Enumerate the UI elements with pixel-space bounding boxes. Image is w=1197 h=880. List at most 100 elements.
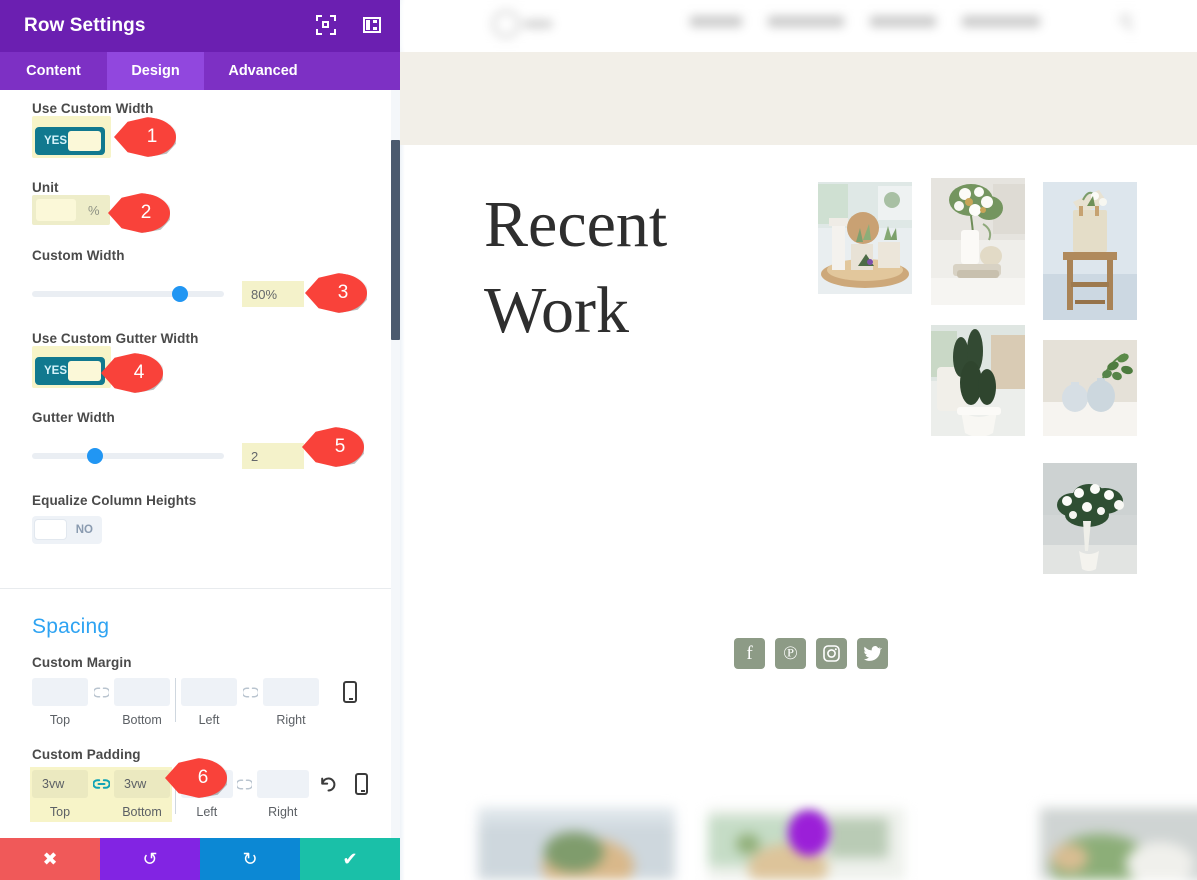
custom-width-value[interactable]: 80% (242, 281, 304, 307)
hero-band (400, 52, 1197, 145)
cell-caption: Right (276, 713, 306, 727)
tote-bag-stool-photo[interactable] (1043, 182, 1137, 320)
slider-thumb[interactable] (171, 286, 188, 302)
padding-bottom-cell: 3vw Bottom (114, 770, 170, 819)
custom-padding-bottom[interactable]: 3vw (114, 770, 170, 798)
blurred-photo-1[interactable] (478, 808, 675, 880)
mobile-icon[interactable] (343, 681, 357, 703)
site-header (400, 0, 1197, 52)
unit-select[interactable] (36, 199, 76, 221)
search-icon[interactable] (1120, 14, 1134, 32)
field-custom-width: Custom Width 80% (0, 226, 400, 307)
slider-thumb[interactable] (87, 448, 104, 464)
nav-item (690, 16, 742, 27)
cell-caption: Bottom (122, 713, 162, 727)
tab-content[interactable]: Content (0, 52, 107, 90)
gutter-width-value[interactable]: 2 (242, 443, 304, 469)
redo-button[interactable]: ↻ (200, 838, 300, 880)
toggle-knob (34, 519, 67, 540)
reset-icon[interactable] (317, 770, 341, 798)
cell-caption: Left (196, 805, 218, 819)
broken-link-icon[interactable] (237, 678, 263, 706)
cell-caption: Bottom (122, 805, 162, 819)
site-nav[interactable] (690, 16, 1040, 27)
broken-link-icon[interactable] (88, 678, 114, 706)
spacing-section-title: Spacing (32, 615, 110, 638)
custom-padding-top[interactable]: 3vw (32, 770, 88, 798)
site-logo[interactable] (492, 8, 552, 42)
nav-item (962, 16, 1040, 27)
use-custom-gutter-width-highlight: YES (32, 346, 111, 388)
two-small-vases-photo[interactable] (1043, 340, 1137, 436)
white-flowers-vase-photo[interactable] (931, 178, 1025, 305)
gutter-width-slider[interactable] (32, 448, 224, 464)
use-custom-gutter-width-toggle[interactable]: YES (35, 357, 105, 385)
purple-highlight-blob (788, 810, 830, 856)
custom-width-slider[interactable] (32, 286, 224, 302)
padding-right-cell: Right (256, 770, 309, 819)
tab-design[interactable]: Design (107, 52, 204, 90)
panel-action-bar[interactable]: ✖ ↺ ↻ ✔ (0, 838, 400, 880)
unit-label: Unit (32, 180, 59, 195)
panel-title: Row Settings (24, 15, 146, 36)
focus-icon[interactable] (316, 15, 336, 35)
toggle-knob (68, 361, 101, 381)
field-unit: Unit % (0, 158, 400, 226)
toggle-knob (68, 131, 101, 151)
tab-advanced[interactable]: Advanced (204, 52, 322, 90)
toggle-label: NO (75, 524, 93, 536)
layout-toggle-icon[interactable] (362, 15, 382, 35)
custom-padding-highlight: 3vw Top 3vw Bottom (30, 767, 172, 822)
panel-scrollbar[interactable] (391, 90, 400, 838)
cell-separator (175, 678, 176, 722)
cancel-button[interactable]: ✖ (0, 838, 100, 880)
blurred-photo-3[interactable] (1040, 808, 1197, 880)
scrollbar-thumb[interactable] (391, 140, 400, 340)
padding-left-cell: Left (180, 770, 233, 819)
custom-padding-left[interactable] (180, 770, 233, 798)
toggle-label: YES (44, 365, 68, 377)
instagram-icon[interactable] (816, 638, 847, 669)
twitter-icon[interactable] (857, 638, 888, 669)
field-use-custom-gutter-width: Use Custom Gutter Width YES (0, 307, 400, 388)
use-custom-width-highlight: YES (32, 116, 111, 158)
page-title: Recent Work (484, 188, 668, 347)
custom-margin-right[interactable] (263, 678, 319, 706)
nav-item (870, 16, 936, 27)
undo-button[interactable]: ↺ (100, 838, 200, 880)
margin-top-cell: Top (32, 678, 88, 727)
website-preview[interactable]: Recent Work f ℗ (400, 0, 1197, 880)
mobile-icon[interactable] (354, 773, 368, 795)
equalize-column-heights-toggle[interactable]: NO (32, 516, 102, 544)
unit-highlight: % (32, 195, 110, 225)
linked-chain-icon[interactable] (88, 770, 114, 798)
unit-value: % (88, 202, 100, 218)
custom-margin-top[interactable] (32, 678, 88, 706)
cell-caption: Top (49, 805, 71, 819)
panel-tabs[interactable]: Content Design Advanced (0, 52, 400, 90)
save-button[interactable]: ✔ (300, 838, 400, 880)
broken-link-icon[interactable] (233, 770, 257, 798)
use-custom-width-toggle[interactable]: YES (35, 127, 105, 155)
custom-margin-label: Custom Margin (32, 655, 132, 670)
panel-body: Use Custom Width YES Unit % Custom Width (0, 90, 400, 844)
equalize-column-heights-label: Equalize Column Heights (32, 493, 197, 508)
margin-right-cell: Right (263, 678, 319, 727)
custom-padding-right[interactable] (256, 770, 309, 798)
facebook-icon[interactable]: f (734, 638, 765, 669)
white-tulips-vase-photo[interactable] (1043, 463, 1137, 574)
row-settings-panel[interactable]: Row Settings Content Design Advanced Use… (0, 0, 400, 880)
potted-plants-tray-photo[interactable] (818, 182, 912, 294)
margin-bottom-cell: Bottom (114, 678, 170, 727)
field-custom-margin: Custom Margin Top Bottom Left Right (0, 655, 400, 727)
social-links[interactable]: f ℗ (734, 638, 888, 669)
custom-margin-left[interactable] (181, 678, 237, 706)
gutter-width-label: Gutter Width (32, 410, 115, 425)
margin-left-cell: Left (181, 678, 237, 727)
panel-header: Row Settings (0, 0, 400, 52)
nav-item (768, 16, 844, 27)
custom-margin-bottom[interactable] (114, 678, 170, 706)
field-custom-padding: Custom Padding 3vw Top 3vw Bottom Left R… (0, 747, 400, 822)
cactus-pot-photo[interactable] (931, 325, 1025, 436)
pinterest-icon[interactable]: ℗ (775, 638, 806, 669)
